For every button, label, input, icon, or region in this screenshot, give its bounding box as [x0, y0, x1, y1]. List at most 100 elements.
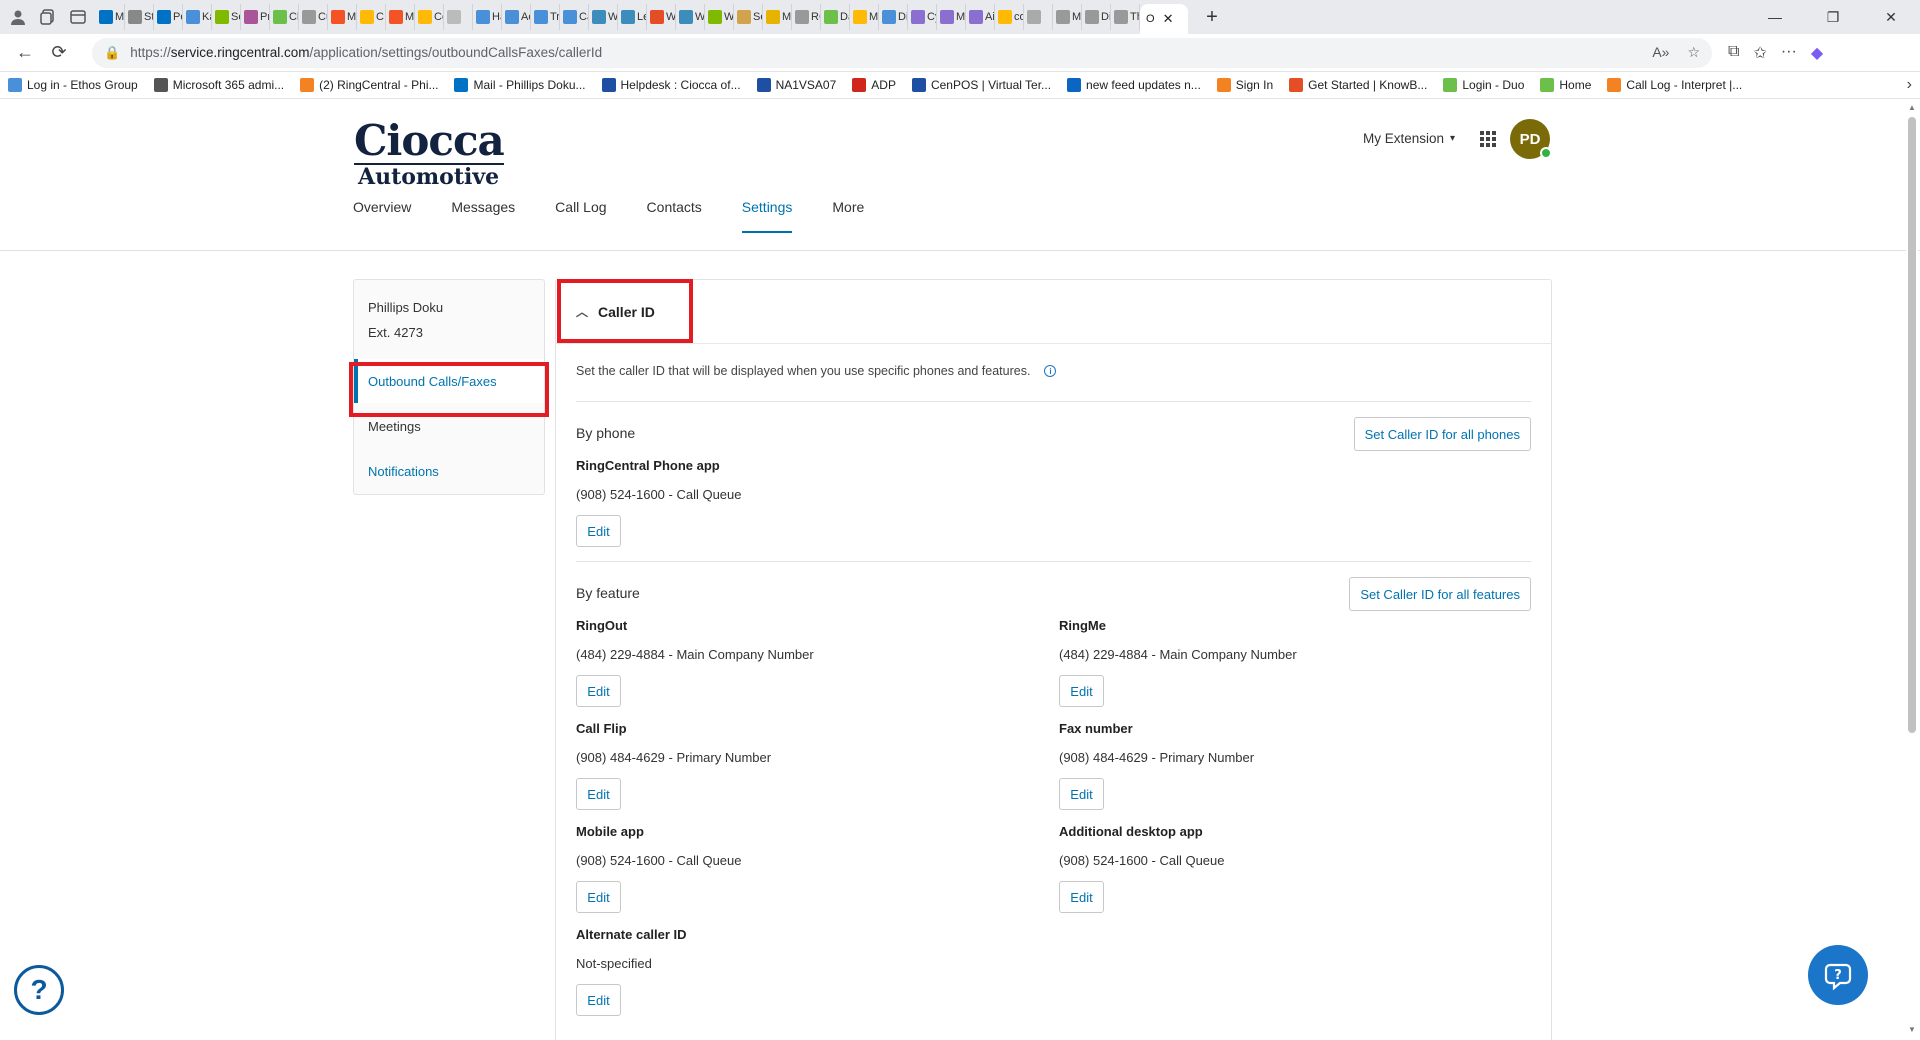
- scroll-down-icon[interactable]: ▼: [1908, 1025, 1916, 1034]
- bookmark-item[interactable]: Helpdesk : Ciocca of...: [601, 78, 741, 92]
- browser-tab[interactable]: M: [328, 4, 357, 30]
- browser-tab[interactable]: Se: [212, 4, 241, 30]
- url-input[interactable]: 🔒 https://service.ringcentral.com/applic…: [92, 37, 1712, 68]
- browser-tab[interactable]: Cu: [299, 4, 328, 30]
- avatar[interactable]: PD: [1510, 119, 1552, 159]
- workspaces-icon[interactable]: [36, 5, 60, 29]
- caller-id-header[interactable]: ︿ Caller ID: [556, 280, 1551, 344]
- page-scrollbar[interactable]: ▲ ▼: [1906, 99, 1918, 1040]
- browser-tab[interactable]: RC: [792, 4, 821, 30]
- profile-icon[interactable]: [6, 5, 30, 29]
- my-extension-menu[interactable]: My Extension ▾: [1363, 131, 1455, 146]
- edit-ringout-button[interactable]: Edit: [576, 675, 621, 707]
- active-tab[interactable]: O ✕: [1140, 4, 1188, 34]
- browser-tab[interactable]: Co: [415, 4, 444, 30]
- browser-tab[interactable]: [1024, 4, 1053, 30]
- browser-tab[interactable]: Ka: [183, 4, 212, 30]
- browser-tab[interactable]: W: [647, 4, 676, 30]
- nav-messages[interactable]: Messages: [451, 199, 515, 233]
- bookmark-item[interactable]: Get Started | KnowB...: [1289, 78, 1427, 92]
- nav-call-log[interactable]: Call Log: [555, 199, 606, 233]
- support-chat-icon[interactable]: ?: [1808, 945, 1868, 1005]
- nav-overview[interactable]: Overview: [353, 199, 411, 233]
- browser-tab[interactable]: [444, 4, 473, 30]
- tab-actions-icon[interactable]: [66, 5, 90, 29]
- edit-alternate-caller-id-button[interactable]: Edit: [576, 984, 621, 1016]
- help-icon[interactable]: ?: [14, 965, 64, 1015]
- favorite-star-icon[interactable]: ☆: [1687, 44, 1700, 61]
- browser-tab[interactable]: Ha: [473, 4, 502, 30]
- browser-tab[interactable]: W: [676, 4, 705, 30]
- new-tab-button[interactable]: +: [1198, 3, 1226, 31]
- copilot-icon[interactable]: ◆: [1811, 43, 1823, 63]
- bookmark-item[interactable]: Call Log - Interpret |...: [1607, 78, 1742, 92]
- browser-tab[interactable]: Se: [734, 4, 763, 30]
- browser-tab[interactable]: M: [1053, 4, 1082, 30]
- bookmark-item[interactable]: (2) RingCentral - Phi...: [300, 78, 438, 92]
- lock-icon[interactable]: 🔒: [104, 45, 120, 61]
- browser-tab[interactable]: M: [96, 4, 125, 30]
- browser-tab[interactable]: Ac: [502, 4, 531, 30]
- company-logo[interactable]: Ciocca Automotive: [354, 120, 505, 189]
- browser-tab[interactable]: Tr: [531, 4, 560, 30]
- read-aloud-icon[interactable]: A»: [1652, 44, 1669, 61]
- browser-tab[interactable]: Cl: [270, 4, 299, 30]
- browser-tab[interactable]: Cy: [908, 4, 937, 30]
- edit-mobile-app-button[interactable]: Edit: [576, 881, 621, 913]
- close-window-icon[interactable]: ✕: [1862, 0, 1920, 34]
- extensions-icon[interactable]: ⧉: [1728, 43, 1739, 63]
- browser-tab[interactable]: St: [125, 4, 154, 30]
- browser-tab[interactable]: M: [937, 4, 966, 30]
- bookmark-item[interactable]: Microsoft 365 admi...: [153, 78, 284, 92]
- browser-tab[interactable]: co: [995, 4, 1024, 30]
- reload-icon[interactable]: ⟳: [42, 38, 76, 68]
- nav-more[interactable]: More: [832, 199, 864, 233]
- scroll-up-icon[interactable]: ▲: [1908, 103, 1916, 112]
- sidebar-item-meetings[interactable]: Meetings: [354, 404, 544, 448]
- browser-tab[interactable]: Pr: [241, 4, 270, 30]
- browser-tab[interactable]: Di: [1082, 4, 1111, 30]
- sidebar-item-outbound-calls-faxes[interactable]: Outbound Calls/Faxes: [354, 359, 544, 403]
- bookmark-item[interactable]: Log in - Ethos Group: [8, 78, 138, 92]
- nav-settings[interactable]: Settings: [741, 199, 793, 233]
- browser-tab[interactable]: Pe: [154, 4, 183, 30]
- favorites-icon[interactable]: ✩: [1753, 43, 1766, 63]
- edit-ringme-button[interactable]: Edit: [1059, 675, 1104, 707]
- browser-tab[interactable]: Th: [1111, 4, 1140, 30]
- edit-fax-number-button[interactable]: Edit: [1059, 778, 1104, 810]
- browser-tab[interactable]: Ca: [560, 4, 589, 30]
- scrollbar-thumb[interactable]: [1908, 117, 1916, 733]
- browser-tab[interactable]: Di: [879, 4, 908, 30]
- set-caller-id-all-phones-button[interactable]: Set Caller ID for all phones: [1353, 417, 1531, 451]
- back-icon[interactable]: ←: [8, 38, 42, 68]
- browser-tab[interactable]: W: [705, 4, 734, 30]
- browser-tab[interactable]: Le: [618, 4, 647, 30]
- edit-additional-desktop-app-button[interactable]: Edit: [1059, 881, 1104, 913]
- bookmark-item[interactable]: ADP: [852, 78, 896, 92]
- bookmark-item[interactable]: NA1VSA07: [756, 78, 836, 92]
- bookmark-item[interactable]: new feed updates n...: [1067, 78, 1201, 92]
- bookmark-item[interactable]: Login - Duo: [1443, 78, 1524, 92]
- edit-call-flip-button[interactable]: Edit: [576, 778, 621, 810]
- chevron-right-icon[interactable]: ›: [1907, 76, 1912, 94]
- close-tab-icon[interactable]: ✕: [1163, 11, 1174, 27]
- set-caller-id-all-features-button[interactable]: Set Caller ID for all features: [1349, 577, 1531, 611]
- browser-tab[interactable]: M: [763, 4, 792, 30]
- browser-tab[interactable]: Da: [821, 4, 850, 30]
- browser-tab[interactable]: M: [386, 4, 415, 30]
- browser-tab[interactable]: Ai: [966, 4, 995, 30]
- info-icon[interactable]: i: [1044, 365, 1057, 377]
- bookmark-item[interactable]: Mail - Phillips Doku...: [454, 78, 586, 92]
- more-icon[interactable]: ···: [1781, 43, 1797, 63]
- apps-grid-icon[interactable]: [1480, 131, 1496, 147]
- browser-tab[interactable]: W: [589, 4, 618, 30]
- bookmark-item[interactable]: CenPOS | Virtual Ter...: [911, 78, 1051, 92]
- bookmark-item[interactable]: Sign In: [1216, 78, 1273, 92]
- minimize-icon[interactable]: —: [1746, 0, 1804, 34]
- sidebar-item-notifications[interactable]: Notifications: [354, 449, 544, 493]
- nav-contacts[interactable]: Contacts: [647, 199, 702, 233]
- browser-tab[interactable]: M: [850, 4, 879, 30]
- restore-icon[interactable]: ❐: [1804, 0, 1862, 34]
- edit-phone-app-button[interactable]: Edit: [576, 515, 621, 547]
- browser-tab[interactable]: C: [357, 4, 386, 30]
